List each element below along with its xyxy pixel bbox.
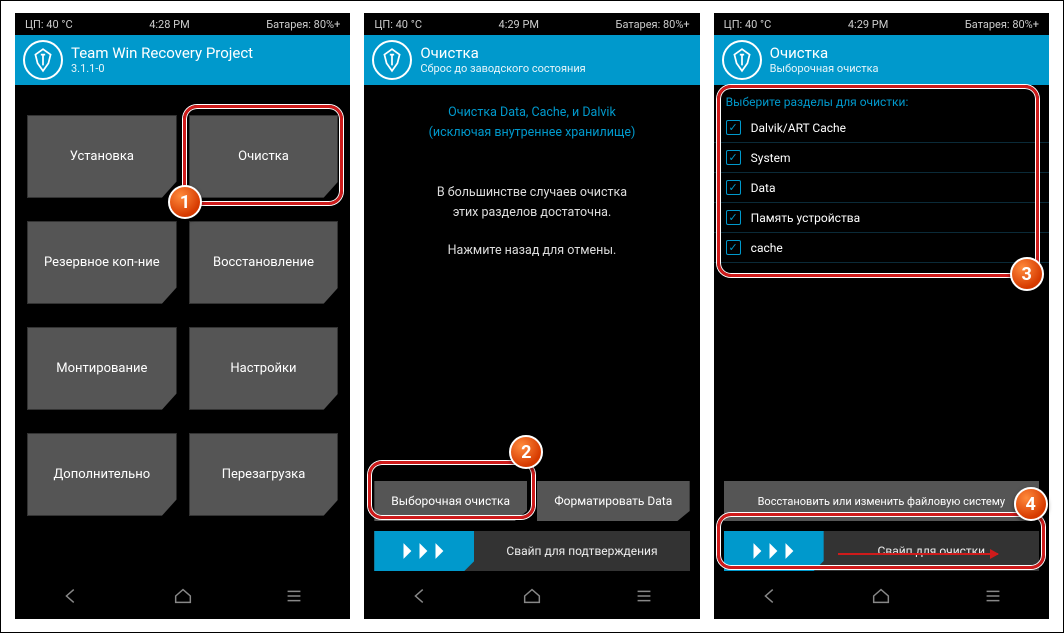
nav-back-icon[interactable] [60, 585, 82, 611]
advanced-wipe-content: Выберите разделы для очистки: ✓Dalvik/AR… [714, 85, 1049, 577]
tile-mount[interactable]: Монтирование [27, 327, 177, 410]
tile-reboot[interactable]: Перезагрузка [189, 433, 339, 516]
header-subtitle: Выборочная очистка [770, 62, 879, 75]
nav-bar [364, 577, 699, 619]
tile-backup[interactable]: Резервное коп-ние [27, 221, 177, 304]
status-bar: ЦП: 40 °C 4:28 PM Батарея: 80%+ [15, 13, 350, 35]
wipe-info-text: Нажмите назад для отмены. [382, 241, 681, 261]
status-time: 4:29 PM [499, 18, 539, 31]
nav-bar [15, 577, 350, 619]
status-time: 4:28 PM [149, 18, 189, 31]
tile-restore[interactable]: Восстановление [189, 221, 339, 304]
step-badge: 1 [168, 185, 202, 219]
tile-advanced[interactable]: Дополнительно [27, 433, 177, 516]
checkbox-icon[interactable]: ✓ [726, 210, 741, 225]
tile-wipe[interactable]: Очистка [189, 115, 339, 198]
header-title: Очистка [770, 44, 879, 62]
partition-checkbox-row[interactable]: ✓Data [714, 173, 1049, 203]
header-subtitle: Сброс до заводского состояния [420, 62, 585, 75]
status-battery: Батарея: 80%+ [965, 18, 1039, 31]
checkbox-icon[interactable]: ✓ [726, 120, 741, 135]
swipe-confirm-bar[interactable]: Свайп для подтверждения [374, 531, 689, 571]
nav-home-icon[interactable] [870, 585, 892, 611]
status-bar: ЦП: 40 °C 4:29 PM Батарея: 80%+ [714, 13, 1049, 35]
partition-checkbox-row[interactable]: ✓System [714, 143, 1049, 173]
header-subtitle: 3.1.1-0 [71, 62, 253, 75]
tile-settings[interactable]: Настройки [189, 327, 339, 410]
tile-install[interactable]: Установка [27, 115, 177, 198]
nav-bar [714, 577, 1049, 619]
partition-checkbox-row[interactable]: ✓cache [714, 233, 1049, 263]
checkbox-icon[interactable]: ✓ [726, 150, 741, 165]
checkbox-icon[interactable]: ✓ [726, 240, 741, 255]
phone-screen-main: ЦП: 40 °C 4:28 PM Батарея: 80%+ Team Win… [15, 13, 350, 619]
step-badge: 4 [1014, 487, 1048, 521]
nav-back-icon[interactable] [759, 585, 781, 611]
status-cpu: ЦП: 40 °C [724, 18, 772, 31]
status-cpu: ЦП: 40 °C [374, 18, 422, 31]
nav-back-icon[interactable] [409, 585, 431, 611]
wipe-info-text: этих разделов достаточна. [382, 203, 681, 223]
nav-menu-icon[interactable] [633, 585, 655, 611]
section-title: Выберите разделы для очистки: [714, 85, 1049, 113]
twrp-logo-icon [23, 40, 63, 80]
main-content: Установка Очистка Резервное коп-ние Восс… [15, 85, 350, 577]
wipe-content: Очистка Data, Cache, и Dalvik (исключая … [364, 85, 699, 577]
wipe-info-link: Очистка Data, Cache, и Dalvik [382, 103, 681, 123]
phone-screen-wipe: ЦП: 40 °C 4:29 PM Батарея: 80%+ Очистка … [364, 13, 699, 619]
app-header: Очистка Сброс до заводского состояния [364, 35, 699, 85]
nav-home-icon[interactable] [172, 585, 194, 611]
status-battery: Батарея: 80%+ [266, 18, 340, 31]
app-header: Team Win Recovery Project 3.1.1-0 [15, 35, 350, 85]
status-bar: ЦП: 40 °C 4:29 PM Батарея: 80%+ [364, 13, 699, 35]
status-time: 4:29 PM [848, 18, 888, 31]
arrow-right-icon [838, 553, 998, 555]
nav-home-icon[interactable] [521, 585, 543, 611]
wipe-info-link2: (исключая внутреннее хранилище) [382, 123, 681, 143]
nav-menu-icon[interactable] [283, 585, 305, 611]
header-title: Team Win Recovery Project [71, 44, 253, 62]
status-battery: Батарея: 80%+ [616, 18, 690, 31]
twrp-logo-icon [722, 40, 762, 80]
format-data-button[interactable]: Форматировать Data [537, 481, 690, 521]
wipe-info-text: В большинстве случаев очистка [382, 183, 681, 203]
repair-fs-button[interactable]: Восстановить или изменить файловую систе… [724, 481, 1039, 521]
twrp-logo-icon [372, 40, 412, 80]
header-title: Очистка [420, 44, 585, 62]
checkbox-icon[interactable]: ✓ [726, 180, 741, 195]
partition-checkbox-row[interactable]: ✓Dalvik/ART Cache [714, 113, 1049, 143]
partition-checkbox-row[interactable]: ✓Память устройства [714, 203, 1049, 233]
step-badge: 2 [509, 435, 543, 469]
step-badge: 3 [1010, 257, 1044, 291]
screenshot-collage: ЦП: 40 °C 4:28 PM Батарея: 80%+ Team Win… [0, 0, 1064, 633]
app-header: Очистка Выборочная очистка [714, 35, 1049, 85]
swipe-label: Свайп для подтверждения [474, 544, 689, 558]
swipe-handle[interactable] [724, 531, 824, 571]
status-cpu: ЦП: 40 °C [25, 18, 73, 31]
phone-screen-advanced-wipe: ЦП: 40 °C 4:29 PM Батарея: 80%+ Очистка … [714, 13, 1049, 619]
nav-menu-icon[interactable] [982, 585, 1004, 611]
selective-wipe-button[interactable]: Выборочная очистка [374, 481, 527, 521]
swipe-label: Свайп для очистки [824, 544, 1039, 558]
swipe-handle[interactable] [374, 531, 474, 571]
